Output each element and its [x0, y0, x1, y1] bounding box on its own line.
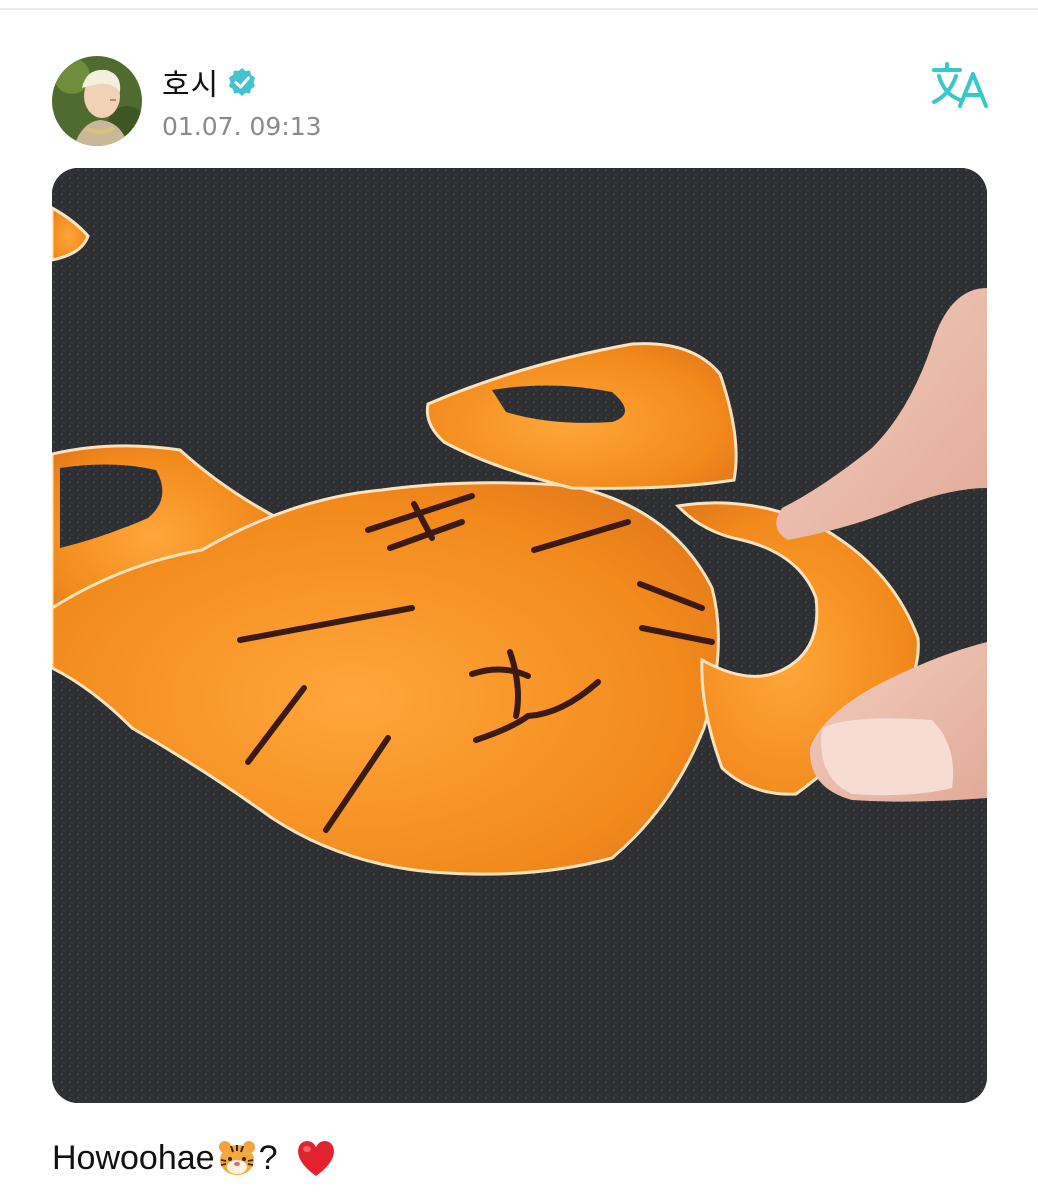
tiger-face-icon: [218, 1141, 255, 1175]
translate-button[interactable]: [930, 60, 990, 112]
post-header: 호시 01.07. 09:13: [52, 56, 992, 148]
post-caption: Howoohae ?: [52, 1136, 337, 1180]
author-row: 호시: [162, 60, 257, 104]
caption-question-mark: ?: [258, 1138, 278, 1177]
top-divider: [0, 8, 1038, 10]
red-heart-icon: [298, 1141, 335, 1176]
verified-icon: [229, 68, 256, 96]
author-name[interactable]: 호시: [162, 60, 219, 104]
caption-text: Howoohae: [52, 1138, 215, 1177]
post-photo[interactable]: [52, 168, 987, 1103]
post-timestamp: 01.07. 09:13: [162, 112, 322, 141]
translate-icon: [932, 62, 988, 108]
avatar[interactable]: [52, 56, 142, 146]
